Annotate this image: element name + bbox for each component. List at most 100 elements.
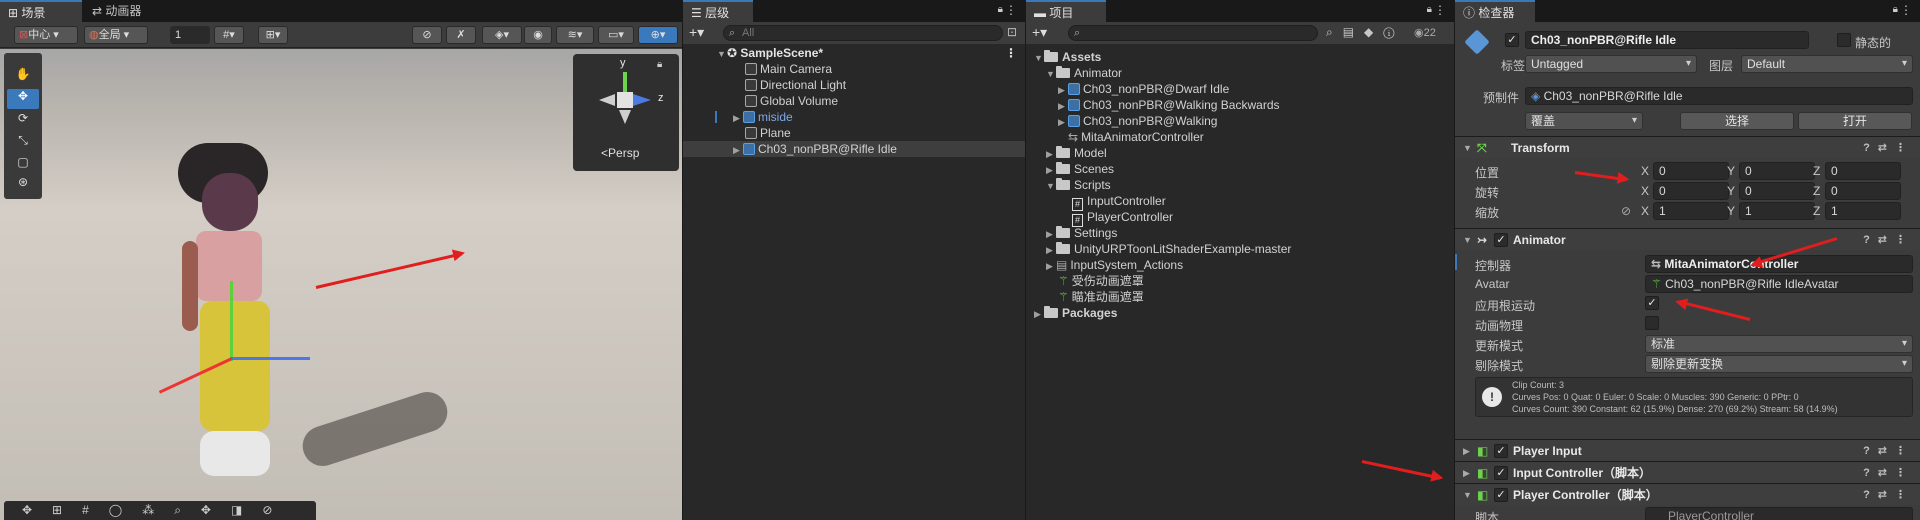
collapse-icon[interactable]: ▼ (1463, 137, 1472, 159)
expand-icon[interactable]: ▶ (1046, 226, 1056, 242)
search-options-icon[interactable]: ⊡ (1007, 25, 1017, 39)
expand-icon[interactable]: ▶ (1463, 462, 1470, 484)
add-button[interactable]: +▾ (689, 24, 704, 41)
position-field[interactable]: 0 (1739, 162, 1815, 180)
collapse-icon[interactable]: ▼ (1046, 66, 1056, 82)
hierarchy-search[interactable]: ⌕ All (723, 25, 1003, 41)
draw-mode-button[interactable]: ⊘ (412, 26, 442, 44)
expand-icon[interactable]: ▶ (1046, 258, 1056, 274)
hierarchy-item[interactable]: Global Volume (683, 93, 1025, 109)
snap-button[interactable]: ⊞▾ (258, 26, 288, 44)
active-checkbox[interactable]: ✓ (1505, 33, 1519, 47)
expand-icon[interactable]: ▶ (1058, 98, 1068, 114)
lock-icon[interactable]: 🔒︎ (1427, 4, 1432, 15)
open-button[interactable]: 打开 (1798, 112, 1912, 130)
hierarchy-scene-root[interactable]: ▼✪ SampleScene* ⋮ (683, 45, 1025, 61)
rotation-field[interactable]: 0 (1825, 182, 1901, 200)
link-icon[interactable]: ⊘ (1621, 204, 1631, 218)
animator-enabled-checkbox[interactable]: ✓ (1494, 233, 1508, 247)
tab-inspector[interactable]: ⓘ 检查器 (1455, 0, 1535, 22)
tag-dropdown[interactable]: Untagged (1525, 55, 1697, 73)
scale-field[interactable]: 1 (1653, 202, 1729, 220)
overrides-dropdown[interactable]: 覆盖 (1525, 112, 1643, 130)
layer-dropdown[interactable]: Default (1741, 55, 1913, 73)
player-input-header[interactable]: ▶ ◧ ✓ Player Input ?⇄⋮ (1455, 439, 1920, 461)
position-field[interactable]: 0 (1825, 162, 1901, 180)
asset-item[interactable]: ⚚ 受伤动画遮罩 (1026, 273, 1454, 289)
expand-icon[interactable]: ▶ (1034, 306, 1044, 322)
collapse-icon[interactable]: ▼ (1463, 484, 1472, 506)
gizmo-down-cone[interactable] (619, 110, 631, 124)
component-menu-icons[interactable]: ?⇄⋮ (1863, 440, 1914, 462)
rotation-field[interactable]: 0 (1739, 182, 1815, 200)
asset-item[interactable]: ⇆ MitaAnimatorController (1026, 129, 1454, 145)
lock-icon[interactable]: 🔒︎ (657, 59, 662, 70)
scale-field[interactable]: 1 (1825, 202, 1901, 220)
folder-packages[interactable]: ▶ Packages (1026, 305, 1454, 321)
script-item[interactable]: # InputController (1026, 193, 1454, 211)
position-field[interactable]: 0 (1653, 162, 1729, 180)
scene-viewport[interactable]: ✋ ✥ ⟳ ⤡ ▢ ⊛ y 🔒︎ z <Persp ✥⊞#◯⁂⌕✥◨⊘ (0, 49, 682, 520)
expand-icon[interactable]: ▶ (1463, 440, 1470, 462)
hierarchy-item[interactable]: Plane (683, 125, 1025, 141)
axis-label[interactable]: Z (1813, 184, 1820, 198)
hierarchy-item-selected[interactable]: ▶ Ch03_nonPBR@Rifle Idle (683, 141, 1025, 157)
asset-item[interactable]: ⚚ 瞄准动画遮罩 (1026, 289, 1454, 305)
visibility-button[interactable]: ◉ (524, 26, 552, 44)
static-checkbox[interactable] (1837, 33, 1851, 47)
tab-animator[interactable]: ⇄ 动画器 (84, 0, 170, 22)
grid-toggle-button[interactable]: #▾ (214, 26, 244, 44)
more-menu-icon[interactable]: ⋮ (1005, 3, 1017, 17)
component-menu-icons[interactable]: ?⇄⋮ (1863, 229, 1914, 251)
asset-item[interactable]: ▶ Ch03_nonPBR@Walking Backwards (1026, 97, 1454, 113)
space-dropdown[interactable]: ◍全局 ▾ (84, 26, 148, 44)
tab-scene[interactable]: ⊞ 场景 (0, 0, 82, 22)
expand-icon[interactable]: ▶ (1058, 82, 1068, 98)
effects-button[interactable]: ≋▾ (556, 26, 594, 44)
animate-physics-checkbox[interactable] (1645, 316, 1659, 330)
expand-icon[interactable]: ▶ (733, 142, 743, 158)
axis-label[interactable]: X (1641, 164, 1649, 178)
2d-toggle-button[interactable]: ✗ (446, 26, 476, 44)
gizmo-y-axis[interactable] (623, 72, 627, 94)
orientation-gizmo[interactable]: y 🔒︎ z <Persp (573, 54, 679, 171)
component-menu-icons[interactable]: ?⇄⋮ (1863, 137, 1914, 159)
folder-toon-shader[interactable]: ▶ UnityURPToonLitShaderExample-master (1026, 241, 1454, 257)
folder-assets[interactable]: ▼ Assets (1026, 49, 1454, 65)
select-button[interactable]: 选择 (1680, 112, 1794, 130)
scale-tool-icon[interactable]: ⤡ (7, 133, 39, 153)
input-controller-header[interactable]: ▶ ◧ ✓ Input Controller（脚本） ?⇄⋮ (1455, 461, 1920, 483)
expand-icon[interactable]: ▶ (1046, 162, 1056, 178)
culling-mode-dropdown[interactable]: 剔除更新变换 (1645, 355, 1913, 373)
move-y-handle[interactable] (230, 281, 233, 361)
more-menu-icon[interactable]: ⋮ (1900, 3, 1912, 17)
collapse-icon[interactable]: ▼ (717, 46, 727, 62)
axis-label[interactable]: X (1641, 204, 1649, 218)
animator-header[interactable]: ▼ ↣ ✓ Animator ?⇄⋮ (1455, 228, 1920, 250)
lock-icon[interactable]: 🔒︎ (1893, 4, 1898, 15)
component-enabled-checkbox[interactable]: ✓ (1494, 444, 1508, 458)
hand-tool-icon[interactable]: ✋ (7, 67, 39, 87)
component-enabled-checkbox[interactable]: ✓ (1494, 466, 1508, 480)
gizmo-x-cone[interactable] (599, 94, 615, 106)
asset-item[interactable]: ▶ ▤ InputSystem_Actions (1026, 257, 1454, 273)
collapse-icon[interactable]: ▼ (1034, 50, 1044, 66)
gizmo-center-cube[interactable] (617, 92, 633, 108)
pivot-dropdown[interactable]: ⊠中心 ▾ (14, 26, 78, 44)
more-menu-icon[interactable]: ⋮ (1005, 45, 1017, 61)
hierarchy-item[interactable]: ▶ miside (683, 109, 1025, 125)
gizmos-button[interactable]: ⊕▾ (638, 26, 678, 44)
folder-scenes[interactable]: ▶ Scenes (1026, 161, 1454, 177)
axis-label[interactable]: Y (1727, 164, 1735, 178)
more-menu-icon[interactable]: ⋮ (1434, 3, 1446, 17)
hierarchy-item[interactable]: Directional Light (683, 77, 1025, 93)
transform-tool-icon[interactable]: ⊛ (7, 175, 39, 195)
axis-label[interactable]: Y (1727, 204, 1735, 218)
transform-header[interactable]: ▼ ⤧ Transform ?⇄⋮ (1455, 136, 1920, 158)
folder-settings[interactable]: ▶ Settings (1026, 225, 1454, 241)
axis-label[interactable]: Z (1813, 164, 1820, 178)
lock-icon[interactable]: 🔒︎ (998, 4, 1003, 15)
persp-label[interactable]: <Persp (601, 146, 639, 160)
component-menu-icons[interactable]: ?⇄⋮ (1863, 462, 1914, 484)
asset-item[interactable]: ▶ Ch03_nonPBR@Dwarf Idle (1026, 81, 1454, 97)
